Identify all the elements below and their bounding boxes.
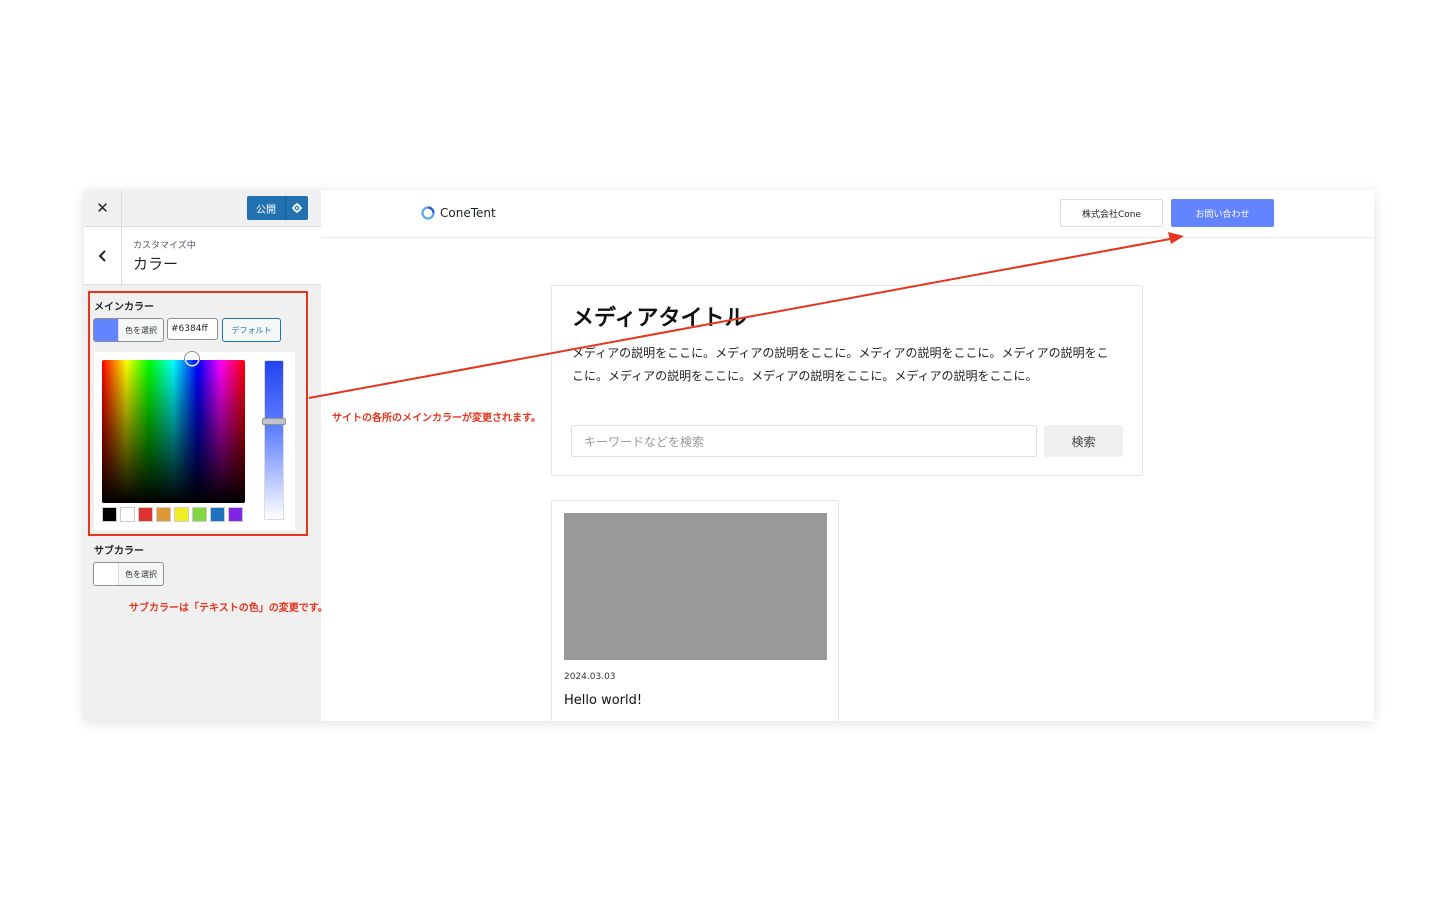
main-color-default-button[interactable]: デフォルト [222, 318, 281, 342]
sub-color-swatch [94, 563, 118, 585]
post-thumbnail[interactable] [564, 513, 827, 660]
lightness-slider[interactable] [264, 360, 284, 520]
section-header: カスタマイズ中 カラー [84, 227, 321, 285]
palette-swatch-black[interactable] [102, 507, 117, 522]
lightness-slider-handle[interactable] [262, 418, 286, 425]
customizer-window: ✕ 公開 カスタマイズ中 カラー メインカラー 色を選択 #6384ff デフォ… [84, 190, 1374, 721]
publish-button[interactable]: 公開 [247, 196, 308, 220]
palette-swatch-orange[interactable] [156, 507, 171, 522]
annotation-main-note: サイトの各所のメインカラーが変更されます。 [332, 413, 541, 424]
close-button[interactable]: ✕ [84, 190, 122, 226]
search-input[interactable]: キーワードなどを検索 [571, 425, 1037, 457]
main-color-select-label: 色を選択 [118, 319, 163, 341]
sub-color-select-label: 色を選択 [118, 563, 163, 585]
palette-swatch-blue[interactable] [210, 507, 225, 522]
contact-button[interactable]: お問い合わせ [1171, 199, 1274, 227]
logo-text: ConeTent [440, 206, 496, 220]
color-picker-square[interactable] [102, 360, 245, 503]
main-color-label: メインカラー [94, 302, 154, 313]
back-button[interactable] [84, 227, 122, 284]
site-preview: ConeTent 株式会社Cone お問い合わせ メディアタイトル メディアの説… [321, 190, 1374, 721]
gear-icon[interactable] [285, 196, 308, 220]
palette-swatch-purple[interactable] [228, 507, 243, 522]
post-title[interactable]: Hello world! [564, 693, 642, 708]
publish-label: 公開 [256, 204, 276, 216]
palette-swatch-red[interactable] [138, 507, 153, 522]
main-color-hex-input[interactable]: #6384ff [167, 318, 218, 340]
section-title: カラー [133, 255, 179, 273]
palette-swatch-green[interactable] [192, 507, 207, 522]
logo-ring-icon [421, 206, 435, 220]
hero-box: メディアタイトル メディアの説明をここに。メディアの説明をここに。メディアの説明… [551, 285, 1143, 476]
sidebar-toolbar: ✕ 公開 [84, 190, 321, 227]
main-color-swatch [94, 319, 118, 341]
palette-swatch-white[interactable] [120, 507, 135, 522]
palette-swatch-yellow[interactable] [174, 507, 189, 522]
sub-color-label: サブカラー [94, 546, 144, 557]
color-palette [102, 507, 243, 522]
hero-description: メディアの説明をここに。メディアの説明をここに。メディアの説明をここに。メディア… [572, 346, 1109, 383]
annotation-sub-note: サブカラーは「テキストの色」の変更です。 [129, 603, 328, 614]
main-color-select-button[interactable]: 色を選択 [93, 318, 164, 342]
hero-title: メディアタイトル [572, 306, 747, 331]
site-header: ConeTent 株式会社Cone お問い合わせ [321, 190, 1374, 238]
search-button[interactable]: 検索 [1044, 425, 1123, 457]
post-date: 2024.03.03 [564, 672, 616, 682]
chevron-left-icon [98, 249, 106, 262]
color-picker-panel [94, 352, 295, 530]
close-icon: ✕ [96, 199, 109, 217]
sub-color-select-button[interactable]: 色を選択 [93, 562, 164, 586]
post-card[interactable]: 2024.03.03 Hello world! [551, 500, 839, 721]
customizer-sidebar: ✕ 公開 カスタマイズ中 カラー メインカラー 色を選択 #6384ff デフォ… [84, 190, 322, 721]
color-picker-handle[interactable] [185, 352, 199, 366]
customizing-label: カスタマイズ中 [133, 241, 196, 251]
site-logo[interactable]: ConeTent [421, 206, 496, 220]
company-button[interactable]: 株式会社Cone [1060, 199, 1163, 227]
